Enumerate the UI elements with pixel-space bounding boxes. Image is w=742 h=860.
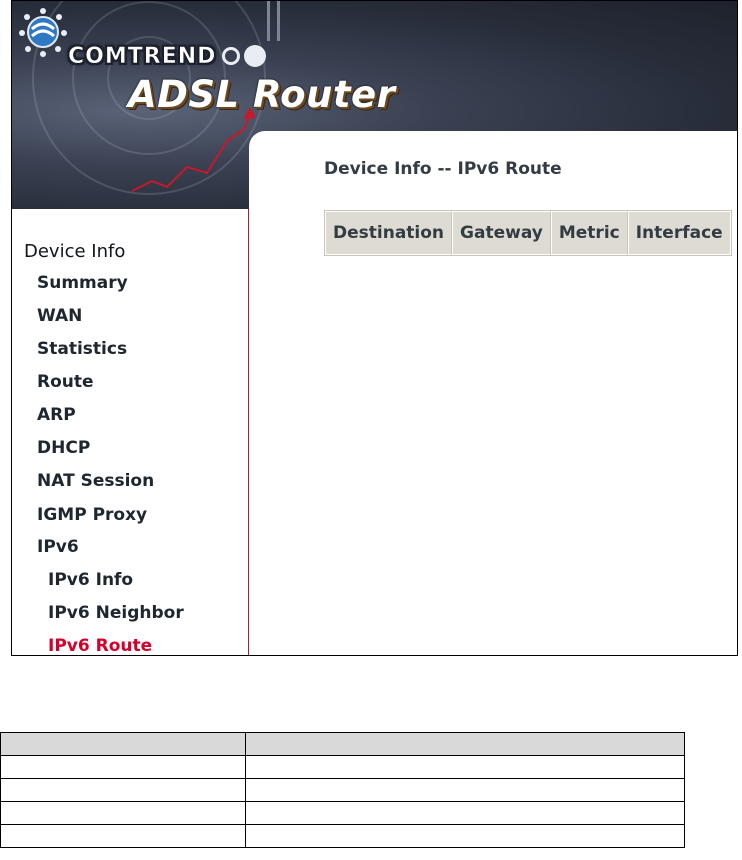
column-header-destination: Destination [325, 211, 453, 255]
sidebar-item-summary[interactable]: Summary [37, 273, 128, 293]
table-cell [0, 732, 246, 756]
sidebar-item-device-info[interactable]: Device Info [24, 241, 125, 262]
table-cell [245, 778, 685, 802]
sidebar-item-dhcp[interactable]: DHCP [37, 438, 90, 458]
sidebar-nav: Device Info Summary WAN Statistics Route… [12, 209, 249, 655]
router-web-ui: COMTREND ADSL Router Device Info Summary… [11, 0, 738, 656]
column-header-gateway: Gateway [452, 211, 551, 255]
table-row [0, 755, 685, 779]
document-table [0, 732, 685, 848]
brand-dot-icon [244, 45, 266, 67]
brand-dot-icon [222, 47, 240, 65]
table-row [0, 778, 685, 802]
table-row [0, 732, 685, 756]
table-cell [0, 801, 246, 825]
table-cell [0, 824, 246, 848]
table-cell [245, 801, 685, 825]
product-title: ADSL Router [128, 73, 396, 116]
column-header-metric: Metric [550, 211, 628, 255]
sidebar-item-statistics[interactable]: Statistics [37, 339, 127, 359]
sidebar-item-arp[interactable]: ARP [37, 405, 76, 425]
sidebar-item-wan[interactable]: WAN [37, 306, 82, 326]
banner-decor-bar [277, 1, 280, 41]
sidebar-item-ipv6-route[interactable]: IPv6 Route [48, 636, 152, 655]
table-header-row: Destination Gateway Metric Interface [325, 211, 731, 255]
ipv6-route-table: Destination Gateway Metric Interface [324, 210, 732, 256]
sidebar-item-ipv6-neighbor[interactable]: IPv6 Neighbor [48, 603, 184, 623]
banner-decor-bar [267, 1, 270, 41]
table-row [0, 801, 685, 825]
brand-name: COMTREND [68, 44, 217, 70]
table-cell [245, 824, 685, 848]
table-cell [0, 755, 246, 779]
table-row [0, 824, 685, 848]
sidebar-item-igmp-proxy[interactable]: IGMP Proxy [37, 505, 147, 525]
sidebar-item-route[interactable]: Route [37, 372, 94, 392]
sidebar-item-nat-session[interactable]: NAT Session [37, 471, 154, 491]
table-cell [245, 732, 685, 756]
comtrend-logo-icon [19, 8, 67, 57]
sidebar-item-ipv6-info[interactable]: IPv6 Info [48, 570, 133, 590]
column-header-interface: Interface [627, 211, 731, 255]
table-cell [245, 755, 685, 779]
table-cell [0, 778, 246, 802]
page-title: Device Info -- IPv6 Route [324, 159, 562, 179]
sidebar-item-ipv6[interactable]: IPv6 [37, 537, 79, 557]
